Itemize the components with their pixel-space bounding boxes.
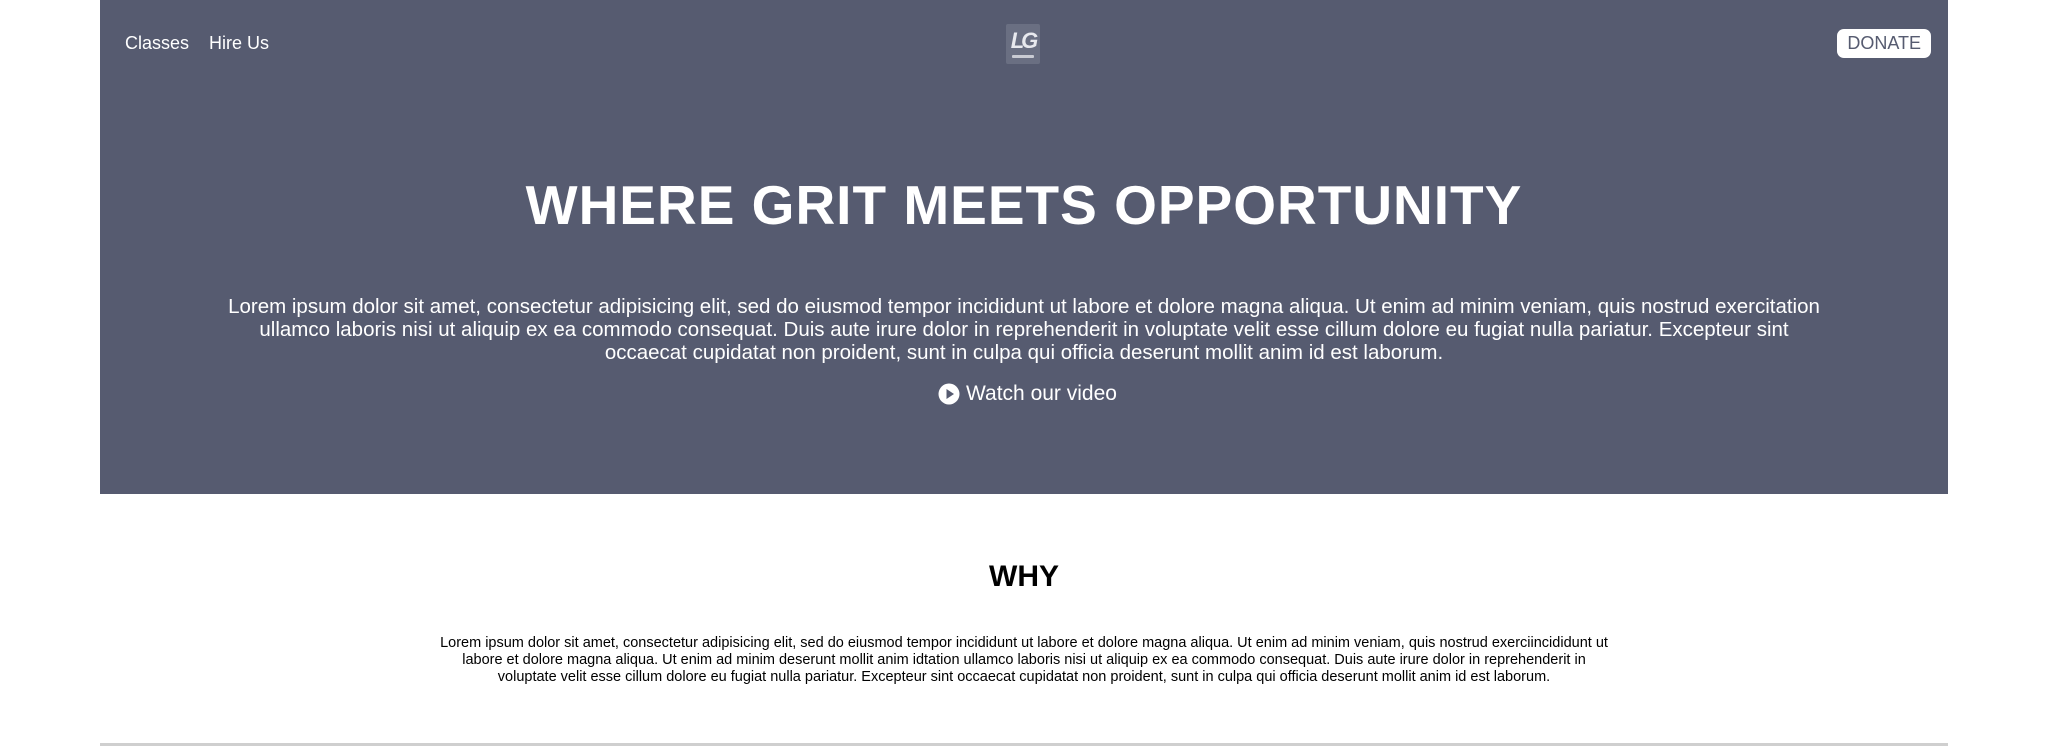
top-nav: Classes Hire Us LG DONATE [100,0,1948,88]
hero-section: Classes Hire Us LG DONATE WHERE GRIT MEE… [100,0,1948,494]
why-heading: WHY [989,560,1059,593]
why-description: Lorem ipsum dolor sit amet, consectetur … [440,635,1608,685]
watch-video-label: Watch our video [966,382,1117,405]
nav-link-hire-us[interactable]: Hire Us [209,33,269,54]
play-circle-icon [938,383,960,405]
logo-mark: LG [1010,28,1039,53]
nav-links: Classes Hire Us [125,33,269,54]
logo-subtext-bar [1012,55,1034,58]
page: Classes Hire Us LG DONATE WHERE GRIT MEE… [0,0,2048,747]
nav-link-classes[interactable]: Classes [125,33,189,54]
section-divider [100,743,1948,746]
hero-description: Lorem ipsum dolor sit amet, consectetur … [228,295,1820,364]
hero-headline: WHERE GRIT MEETS OPPORTUNITY [525,174,1523,236]
logo[interactable]: LG [1006,24,1040,64]
donate-button[interactable]: DONATE [1837,29,1931,58]
watch-video-link[interactable]: Watch our video [938,382,1117,406]
